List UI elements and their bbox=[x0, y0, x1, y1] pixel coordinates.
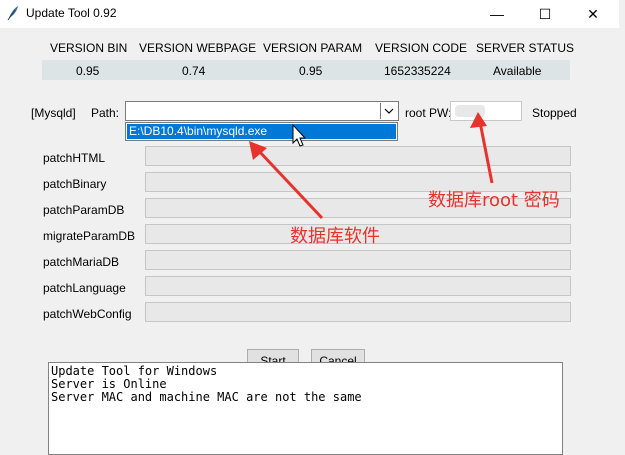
value-server-status: Available bbox=[493, 64, 542, 78]
value-version-param: 0.95 bbox=[299, 64, 323, 78]
blurred-password bbox=[455, 105, 485, 117]
patch-label-webconfig: patchWebConfig bbox=[43, 307, 132, 321]
feather-app-icon bbox=[7, 6, 18, 21]
header-server-status: SERVER STATUS bbox=[476, 41, 575, 55]
patch-label-binary: patchBinary bbox=[43, 177, 107, 191]
path-combobox[interactable] bbox=[125, 101, 399, 121]
value-version-bin: 0.95 bbox=[76, 64, 100, 78]
window-title: Update Tool 0.92 bbox=[26, 6, 117, 20]
patch-label-paramdb: patchParamDB bbox=[43, 203, 125, 217]
patch-progress-html bbox=[145, 146, 571, 166]
minimize-icon: — bbox=[490, 6, 504, 22]
chevron-down-icon bbox=[384, 108, 394, 114]
close-icon: ✕ bbox=[587, 5, 599, 22]
header-version-param: VERSION PARAM bbox=[263, 41, 363, 55]
root-password-input[interactable] bbox=[450, 101, 522, 121]
patch-progress-language bbox=[145, 276, 571, 296]
window-edge bbox=[619, 0, 625, 455]
value-version-webpage: 0.74 bbox=[182, 64, 206, 78]
mysqld-section-label: [Mysqld] bbox=[31, 106, 76, 120]
mysql-status: Stopped bbox=[532, 106, 577, 120]
combobox-dropdown-button[interactable] bbox=[380, 103, 397, 119]
dropdown-option-mysqld[interactable]: E:\DB10.4\bin\mysqld.exe bbox=[127, 124, 396, 139]
maximize-icon: ☐ bbox=[538, 5, 552, 22]
close-button[interactable]: ✕ bbox=[570, 0, 616, 28]
patch-label-language: patchLanguage bbox=[43, 281, 126, 295]
patch-progress-webconfig bbox=[145, 302, 571, 322]
annotation-db-software: 数据库软件 bbox=[290, 226, 380, 247]
log-textarea[interactable]: Update Tool for Windows Server is Online S… bbox=[48, 362, 563, 455]
header-version-webpage: VERSION WEBPAGE bbox=[139, 41, 257, 55]
header-version-code: VERSION CODE bbox=[375, 41, 468, 55]
title-bar: Update Tool 0.92 — ☐ ✕ bbox=[0, 0, 625, 28]
annotation-root-password: 数据库root 密码 bbox=[428, 190, 560, 211]
patch-label-html: patchHTML bbox=[43, 151, 106, 165]
path-dropdown-list: E:\DB10.4\bin\mysqld.exe bbox=[125, 122, 398, 141]
patch-progress-mariadb bbox=[145, 250, 571, 270]
maximize-button[interactable]: ☐ bbox=[522, 0, 568, 28]
path-label: Path: bbox=[91, 106, 120, 120]
patch-label-migrateparamdb: migrateParamDB bbox=[43, 229, 136, 243]
minimize-button[interactable]: — bbox=[474, 0, 520, 28]
value-version-code: 1652335224 bbox=[384, 64, 451, 78]
patch-label-mariadb: patchMariaDB bbox=[43, 255, 120, 269]
header-version-bin: VERSION BIN bbox=[50, 41, 128, 55]
log-line: Server MAC and machine MAC are not the s… bbox=[51, 390, 362, 404]
root-password-label: root PW: bbox=[405, 106, 452, 120]
